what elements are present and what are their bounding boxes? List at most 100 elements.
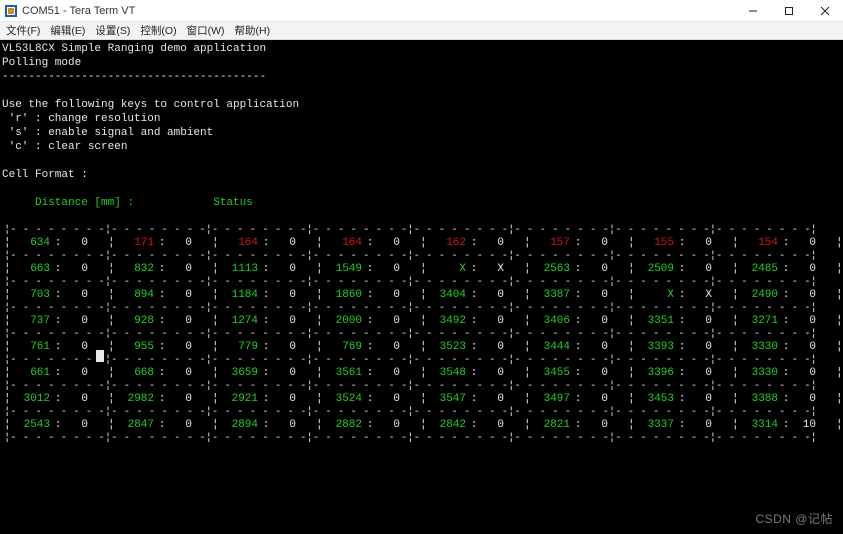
grid-cell: ¦2894:0 bbox=[212, 418, 316, 432]
grid-cell: ¦2842:0 bbox=[420, 418, 524, 432]
window-minimize-button[interactable] bbox=[735, 0, 771, 22]
grid-cell: ¦155:0 bbox=[628, 236, 732, 250]
window-maximize-button[interactable] bbox=[771, 0, 807, 22]
grid-cell: ¦2509:0 bbox=[628, 262, 732, 276]
grid-cell: ¦1113:0 bbox=[212, 262, 316, 276]
grid-cell: ¦634:0 bbox=[4, 236, 108, 250]
grid-cell: ¦1860:0 bbox=[316, 288, 420, 302]
grid-cell: ¦2847:0 bbox=[108, 418, 212, 432]
grid-separator: ¦- - - - - - - -¦- - - - - - - -¦- - - -… bbox=[0, 432, 843, 444]
grid-cell: ¦3404:0 bbox=[420, 288, 524, 302]
watermark: CSDN @记帖 bbox=[755, 512, 833, 526]
table-row: ¦661:0 ¦668:0 ¦3659:0 ¦3561:0 ¦3548:0 ¦3… bbox=[0, 366, 843, 380]
grid-cell: ¦769:0 bbox=[316, 340, 420, 354]
grid-cell: ¦3497:0 bbox=[524, 392, 628, 406]
grid-cell: ¦3523:0 bbox=[420, 340, 524, 354]
grid-cell: ¦3396:0 bbox=[628, 366, 732, 380]
menu-file[interactable]: 文件(F) bbox=[6, 23, 40, 38]
cell-format-label: Cell Format : bbox=[0, 168, 843, 182]
grid-cell: ¦832:0 bbox=[108, 262, 212, 276]
menubar: 文件(F) 编辑(E) 设置(S) 控制(O) 窗口(W) 帮助(H) bbox=[0, 22, 843, 40]
table-row: ¦737:0 ¦928:0 ¦1274:0 ¦2000:0 ¦3492:0 ¦3… bbox=[0, 314, 843, 328]
grid-cell: ¦3314:10 bbox=[732, 418, 836, 432]
key-c: 'c' : clear screen bbox=[0, 140, 843, 154]
dashes-line: ---------------------------------------- bbox=[0, 70, 843, 84]
grid-cell: ¦3444:0 bbox=[524, 340, 628, 354]
grid-cell: ¦761:0 bbox=[4, 340, 108, 354]
key-s: 's' : enable signal and ambient bbox=[0, 126, 843, 140]
grid-cell: ¦2000:0 bbox=[316, 314, 420, 328]
grid-cell: ¦1274:0 bbox=[212, 314, 316, 328]
terminal-output[interactable]: VL53L8CX Simple Ranging demo application… bbox=[0, 40, 843, 534]
distance-status-label: Distance [mm] : Status bbox=[0, 196, 843, 210]
menu-control[interactable]: 控制(O) bbox=[140, 23, 176, 38]
grid-cell: ¦X:X bbox=[628, 288, 732, 302]
grid-cell: ¦2563:0 bbox=[524, 262, 628, 276]
grid-cell: ¦3492:0 bbox=[420, 314, 524, 328]
grid-separator: ¦- - - - - - - -¦- - - - - - - -¦- - - -… bbox=[0, 224, 843, 236]
grid-cell: ¦3351:0 bbox=[628, 314, 732, 328]
grid-cell: ¦1549:0 bbox=[316, 262, 420, 276]
grid-cell: ¦2490:0 bbox=[732, 288, 836, 302]
grid-cell: ¦3524:0 bbox=[316, 392, 420, 406]
grid-separator: ¦- - - - - - - -¦- - - - - - - -¦- - - -… bbox=[0, 406, 843, 418]
grid-cell: ¦3393:0 bbox=[628, 340, 732, 354]
grid-cell: ¦162:0 bbox=[420, 236, 524, 250]
table-row: ¦663:0 ¦832:0 ¦1113:0 ¦1549:0 ¦X:X ¦2563… bbox=[0, 262, 843, 276]
grid-cell: ¦3453:0 bbox=[628, 392, 732, 406]
menu-edit[interactable]: 编辑(E) bbox=[50, 23, 85, 38]
grid-cell: ¦2485:0 bbox=[732, 262, 836, 276]
grid-cell: ¦3337:0 bbox=[628, 418, 732, 432]
grid-cell: ¦3387:0 bbox=[524, 288, 628, 302]
grid-cell: ¦3012:0 bbox=[4, 392, 108, 406]
table-row: ¦703:0 ¦894:0 ¦1184:0 ¦1860:0 ¦3404:0 ¦3… bbox=[0, 288, 843, 302]
grid-cell: ¦1184:0 bbox=[212, 288, 316, 302]
grid-cell: ¦3561:0 bbox=[316, 366, 420, 380]
grid-cell: ¦2821:0 bbox=[524, 418, 628, 432]
menu-window[interactable]: 窗口(W) bbox=[187, 23, 225, 38]
grid-cell: ¦2982:0 bbox=[108, 392, 212, 406]
terminal-cursor bbox=[96, 350, 104, 362]
grid-separator: ¦- - - - - - - -¦- - - - - - - -¦- - - -… bbox=[0, 276, 843, 288]
grid-cell: ¦2882:0 bbox=[316, 418, 420, 432]
table-row: ¦3012:0 ¦2982:0 ¦2921:0 ¦3524:0 ¦3547:0 … bbox=[0, 392, 843, 406]
table-row: ¦761:0 ¦955:0 ¦779:0 ¦769:0 ¦3523:0 ¦344… bbox=[0, 340, 843, 354]
grid-cell: ¦955:0 bbox=[108, 340, 212, 354]
grid-cell: ¦661:0 bbox=[4, 366, 108, 380]
grid-cell: ¦164:0 bbox=[212, 236, 316, 250]
grid-separator: ¦- - - - - - - -¦- - - - - - - -¦- - - -… bbox=[0, 380, 843, 392]
mode-line: Polling mode bbox=[0, 56, 843, 70]
window-title: COM51 - Tera Term VT bbox=[22, 5, 135, 17]
instructions-title: Use the following keys to control applic… bbox=[0, 98, 843, 112]
grid-cell: ¦737:0 bbox=[4, 314, 108, 328]
grid-separator: ¦- - - - - - - -¦- - - - - - - -¦- - - -… bbox=[0, 302, 843, 314]
grid-cell: ¦3659:0 bbox=[212, 366, 316, 380]
window-close-button[interactable] bbox=[807, 0, 843, 22]
grid-cell: ¦3330:0 bbox=[732, 340, 836, 354]
grid-cell: ¦3388:0 bbox=[732, 392, 836, 406]
grid-cell: ¦779:0 bbox=[212, 340, 316, 354]
grid-cell: ¦668:0 bbox=[108, 366, 212, 380]
table-row: ¦634:0 ¦171:0 ¦164:0 ¦164:0 ¦162:0 ¦157:… bbox=[0, 236, 843, 250]
grid-cell: ¦X:X bbox=[420, 262, 524, 276]
table-row: ¦2543:0 ¦2847:0 ¦2894:0 ¦2882:0 ¦2842:0 … bbox=[0, 418, 843, 432]
menu-help[interactable]: 帮助(H) bbox=[235, 23, 271, 38]
grid-cell: ¦3406:0 bbox=[524, 314, 628, 328]
grid-cell: ¦928:0 bbox=[108, 314, 212, 328]
grid-cell: ¦3548:0 bbox=[420, 366, 524, 380]
grid-cell: ¦171:0 bbox=[108, 236, 212, 250]
teraterm-icon bbox=[4, 4, 18, 18]
key-r: 'r' : change resolution bbox=[0, 112, 843, 126]
window-titlebar: COM51 - Tera Term VT bbox=[0, 0, 843, 22]
grid-cell: ¦3547:0 bbox=[420, 392, 524, 406]
menu-setup[interactable]: 设置(S) bbox=[95, 23, 130, 38]
grid-cell: ¦164:0 bbox=[316, 236, 420, 250]
grid-cell: ¦3455:0 bbox=[524, 366, 628, 380]
grid-cell: ¦894:0 bbox=[108, 288, 212, 302]
grid-separator: ¦- - - - - - - -¦- - - - - - - -¦- - - -… bbox=[0, 354, 843, 366]
grid-cell: ¦154:0 bbox=[732, 236, 836, 250]
ranging-grid: ¦- - - - - - - -¦- - - - - - - -¦- - - -… bbox=[0, 224, 843, 444]
grid-cell: ¦3271:0 bbox=[732, 314, 836, 328]
grid-cell: ¦2921:0 bbox=[212, 392, 316, 406]
grid-cell: ¦2543:0 bbox=[4, 418, 108, 432]
